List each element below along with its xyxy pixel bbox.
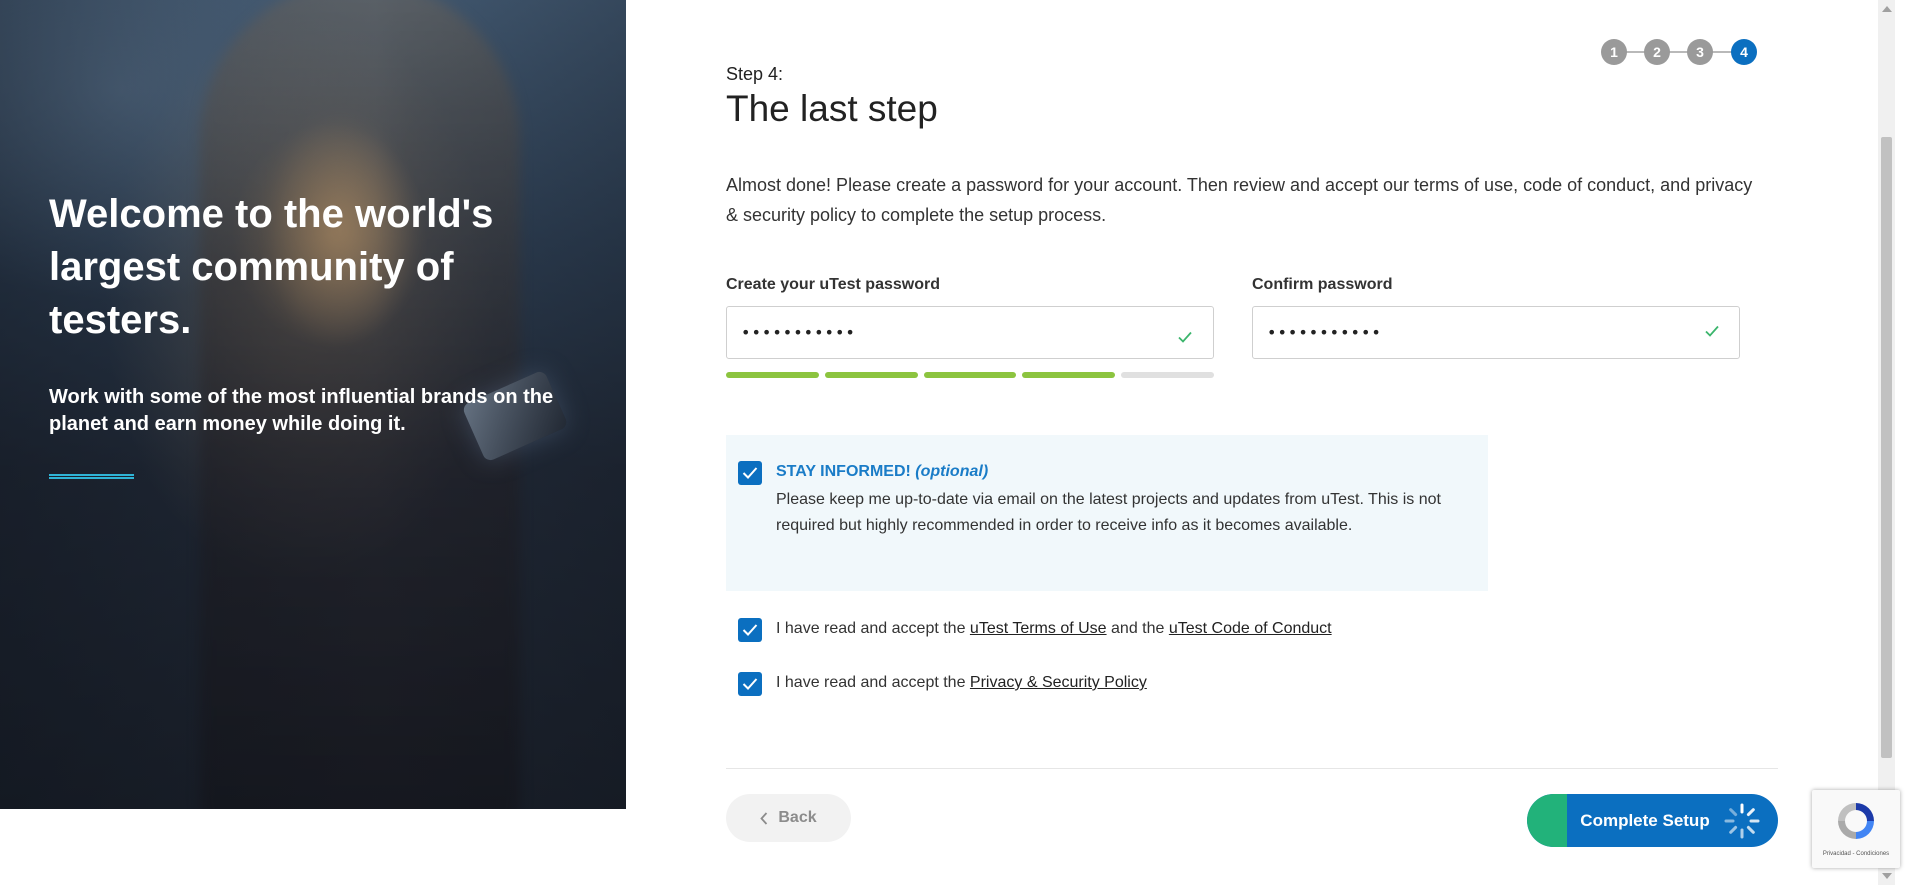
stay-informed-title: STAY INFORMED! (optional) <box>776 463 989 480</box>
privacy-checkbox[interactable] <box>738 672 762 696</box>
strength-segment <box>1022 372 1116 378</box>
recaptcha-links: Privacidad - Condiciones <box>1822 851 1890 857</box>
checkmark-icon <box>742 467 758 479</box>
checkmark-icon <box>742 624 758 636</box>
strength-segment <box>824 372 918 378</box>
hero-title: Welcome to the world's largest community… <box>49 192 494 342</box>
terms-of-use-link[interactable]: uTest Terms of Use <box>970 620 1107 637</box>
stay-informed-text: Please keep me up-to-date via email on t… <box>776 491 1441 534</box>
form-divider <box>726 768 1778 769</box>
password-label: Create your uTest password <box>726 276 940 293</box>
code-of-conduct-link[interactable]: uTest Code of Conduct <box>1169 620 1332 637</box>
stay-informed-checkbox[interactable] <box>738 461 762 485</box>
back-button[interactable]: Back <box>726 794 851 842</box>
strength-segment <box>1121 372 1214 378</box>
terms-text: I have read and accept the uTest Terms o… <box>776 620 1332 637</box>
page-title: The last step <box>726 88 938 129</box>
step-label: Step 4: <box>726 64 784 84</box>
step-2: 2 <box>1644 39 1670 65</box>
confirm-password-label: Confirm password <box>1252 276 1393 293</box>
scroll-down-arrow[interactable] <box>1882 873 1892 879</box>
recaptcha-badge[interactable]: Privacidad - Condiciones <box>1812 790 1900 868</box>
step-1: 1 <box>1601 39 1627 65</box>
confirm-password-field[interactable] <box>1252 306 1740 359</box>
strength-segment <box>923 372 1017 378</box>
privacy-policy-link[interactable]: Privacy & Security Policy <box>970 674 1147 691</box>
recaptcha-icon <box>1838 803 1874 839</box>
password-strength-meter <box>726 372 1214 378</box>
hero-divider <box>49 474 134 479</box>
step-3: 3 <box>1687 39 1713 65</box>
privacy-text: I have read and accept the Privacy & Sec… <box>776 674 1147 691</box>
check-icon <box>1705 325 1719 337</box>
intro-text: Almost done! Please create a password fo… <box>726 175 1753 225</box>
strength-segment <box>726 372 819 378</box>
scroll-thumb[interactable] <box>1881 137 1892 758</box>
terms-checkbox[interactable] <box>738 618 762 642</box>
password-field[interactable] <box>726 306 1214 359</box>
complete-setup-button[interactable]: Complete Setup <box>1527 794 1778 847</box>
hero-subtitle: Work with some of the most influential b… <box>49 386 554 435</box>
submit-progress-fill <box>1527 794 1567 847</box>
optional-tag: (optional) <box>915 463 989 480</box>
hero-panel: Welcome to the world's largest community… <box>0 0 626 809</box>
scroll-up-arrow[interactable] <box>1882 6 1892 12</box>
step-4: 4 <box>1731 39 1757 65</box>
chevron-left-icon <box>760 811 768 825</box>
check-icon <box>1178 331 1192 343</box>
step-indicator: 1 2 3 4 <box>1601 39 1757 65</box>
spinner-icon <box>1724 803 1760 839</box>
checkmark-icon <box>742 678 758 690</box>
page-scrollbar[interactable] <box>1878 0 1895 885</box>
